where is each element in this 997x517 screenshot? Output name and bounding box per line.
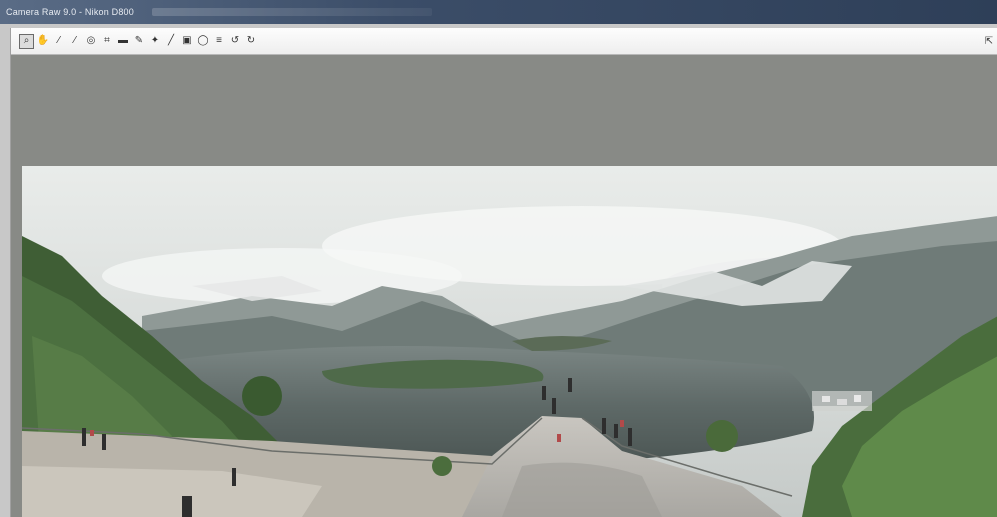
- photo-preview[interactable]: [22, 166, 997, 517]
- graduated-filter-tool-icon[interactable]: ▣: [180, 34, 194, 48]
- rotate-left-icon[interactable]: ↺: [228, 34, 242, 48]
- camera-raw-window: Camera Raw 9.0 - Nikon D800 ⌕ ✋ ⁄ ⁄ ◎ ⌗ ▬ ✎ ✦ ╱ ▣ ◯…: [0, 0, 997, 517]
- targeted-adjustment-tool-icon[interactable]: ◎: [84, 34, 98, 48]
- toolbar: ⌕ ✋ ⁄ ⁄ ◎ ⌗ ▬ ✎ ✦ ╱ ▣ ◯ ≡ ↺ ↻ ⇱: [11, 28, 997, 55]
- radial-filter-tool-icon[interactable]: ◯: [196, 34, 210, 48]
- hand-tool-icon[interactable]: ✋: [36, 34, 50, 48]
- straighten-tool-icon[interactable]: ▬: [116, 34, 130, 48]
- crop-tool-icon[interactable]: ⌗: [100, 34, 114, 48]
- color-sampler-tool-icon[interactable]: ⁄: [68, 34, 82, 48]
- zoom-tool-icon[interactable]: ⌕: [19, 33, 34, 49]
- preview-canvas[interactable]: [11, 55, 997, 517]
- title-bar-blur: [151, 8, 432, 16]
- title-bar: Camera Raw 9.0 - Nikon D800: [0, 0, 997, 24]
- preferences-icon[interactable]: ≡: [212, 34, 226, 48]
- panorama-image: [22, 166, 997, 517]
- spot-removal-tool-icon[interactable]: ✎: [132, 34, 146, 48]
- fullscreen-toggle-icon[interactable]: ⇱: [982, 34, 996, 48]
- white-balance-tool-icon[interactable]: ⁄: [52, 34, 66, 48]
- toolbar-tools: ⌕ ✋ ⁄ ⁄ ◎ ⌗ ▬ ✎ ✦ ╱ ▣ ◯ ≡ ↺ ↻: [19, 33, 258, 49]
- rotate-right-icon[interactable]: ↻: [244, 34, 258, 48]
- editor-frame: ⌕ ✋ ⁄ ⁄ ◎ ⌗ ▬ ✎ ✦ ╱ ▣ ◯ ≡ ↺ ↻ ⇱: [10, 28, 997, 517]
- adjustment-brush-tool-icon[interactable]: ╱: [164, 34, 178, 48]
- window-title: Camera Raw 9.0 - Nikon D800: [6, 7, 134, 17]
- red-eye-removal-tool-icon[interactable]: ✦: [148, 34, 162, 48]
